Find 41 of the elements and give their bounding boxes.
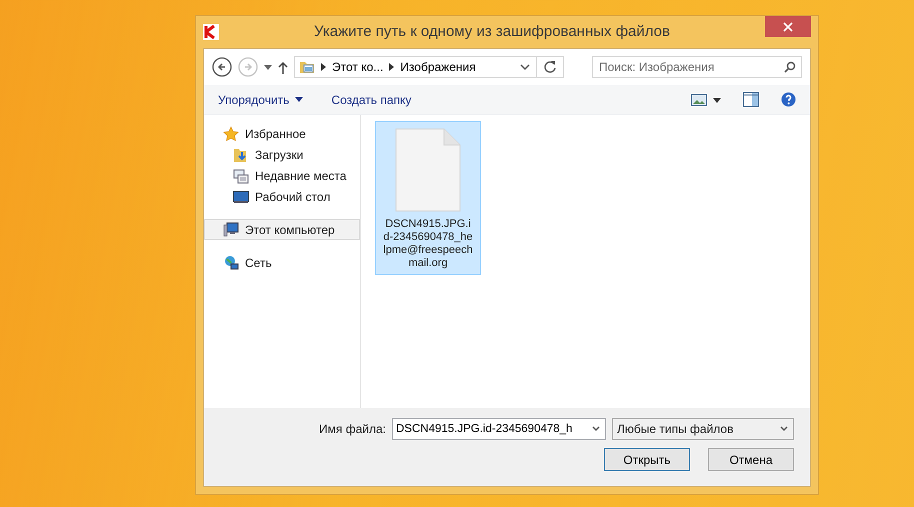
- star-icon: [223, 126, 239, 142]
- sidebar-item[interactable]: Рабочий стол: [204, 186, 360, 207]
- desktop-icon: [233, 190, 249, 204]
- downloads-folder-icon: [233, 146, 249, 162]
- app-logo-icon: [203, 24, 219, 40]
- sidebar-item[interactable]: Этот компьютер: [204, 219, 360, 240]
- window-title: Укажите путь к одному из зашифрованных файлов: [313, 22, 671, 42]
- organize-menu-button[interactable]: Упорядочить: [218, 90, 304, 108]
- sidebar-item[interactable]: Сеть: [204, 252, 360, 273]
- computer-icon: [223, 222, 239, 238]
- search-icon: [784, 61, 796, 73]
- file-type-dropdown[interactable]: Любые типы файлов: [612, 418, 794, 440]
- new-folder-button[interactable]: Создать папку: [331, 90, 412, 108]
- filename-field[interactable]: DSCN4915.JPG.id-2345690478_h: [392, 418, 606, 440]
- cancel-button[interactable]: Отмена: [708, 448, 794, 471]
- filename-label: Имя файла:: [319, 421, 386, 438]
- preview-pane-icon[interactable]: [743, 92, 759, 107]
- file-item[interactable]: DSCN4915.JPG.id-2345690478_helpme@freespeechmail.org: [375, 121, 481, 275]
- back-button[interactable]: [212, 57, 232, 77]
- close-icon: [783, 22, 793, 32]
- close-button[interactable]: [765, 16, 811, 37]
- network-icon: [223, 254, 239, 270]
- chevron-icon: [389, 63, 394, 71]
- caret-icon[interactable]: [264, 64, 272, 70]
- sidebar-item[interactable]: Недавние места: [204, 165, 360, 186]
- chevron-icon: [321, 63, 326, 71]
- breadcrumb-item[interactable]: Изображения: [400, 58, 476, 76]
- address-bar[interactable]: Этот ко... Изображения: [294, 56, 564, 78]
- recent-places-icon: [233, 168, 249, 184]
- caret-icon[interactable]: [295, 97, 304, 102]
- view-options-icon[interactable]: [691, 94, 721, 106]
- help-icon[interactable]: [781, 92, 796, 107]
- sidebar-item[interactable]: Избранное: [204, 123, 360, 144]
- folder-icon: [299, 59, 315, 75]
- open-button[interactable]: Открыть: [604, 448, 690, 471]
- search-field[interactable]: Поиск: Изображения: [592, 56, 802, 78]
- blank-file-icon: [395, 128, 461, 212]
- caret-icon[interactable]: [779, 425, 789, 433]
- sidebar-item[interactable]: Загрузки: [204, 144, 360, 165]
- up-arrow-icon[interactable]: [278, 60, 288, 74]
- breadcrumb-item[interactable]: Этот ко...: [332, 58, 384, 76]
